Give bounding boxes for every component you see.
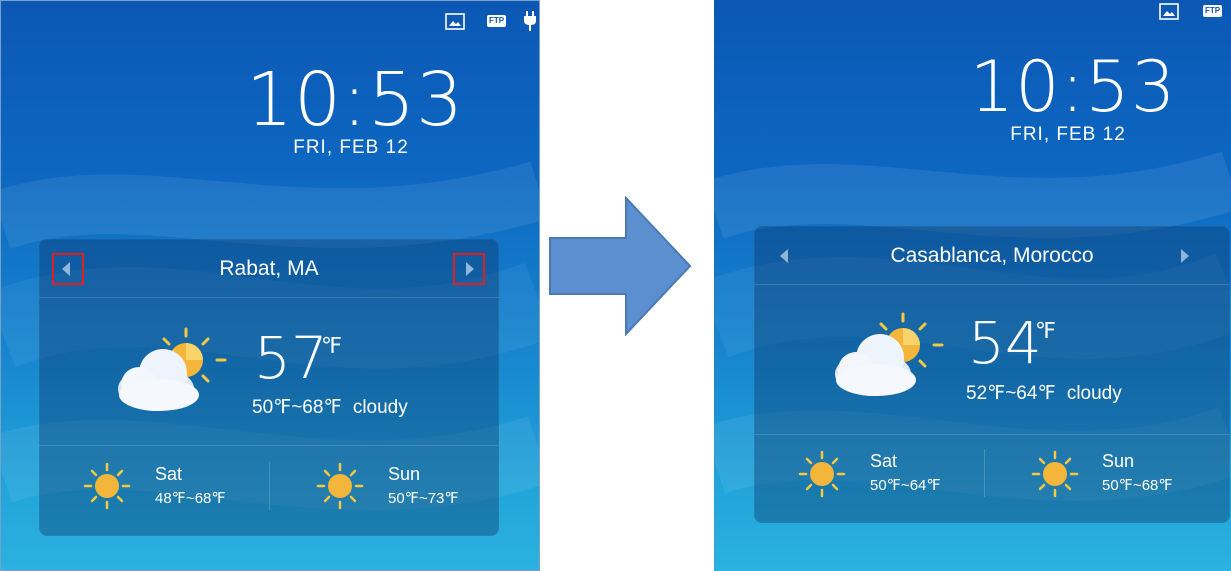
sun-icon: [1031, 450, 1079, 498]
today-range: 52℉~64℉ cloudy: [966, 382, 1122, 405]
transition-arrow-icon: [549, 196, 692, 336]
today-range-value: 50℉~68℉: [252, 397, 342, 418]
plug-icon: [524, 11, 536, 31]
sun-icon: [83, 462, 131, 510]
sun-icon: [316, 462, 364, 510]
image-icon: [1159, 2, 1179, 20]
weather-card-header: Casablanca, Morocco: [754, 226, 1230, 285]
clock-time: 10:53: [245, 57, 465, 143]
forecast-day-1: Sat: [870, 451, 898, 471]
clock-date: FRI, FEB 12: [1010, 124, 1126, 145]
forecast-day-1: Sat: [155, 464, 183, 484]
forecast-divider: [984, 449, 985, 497]
forecast-day-2: Sun: [1102, 451, 1135, 471]
weather-card[interactable]: Rabat, MA 57 ℉ 50℉~68℉ cloudy Sat 48℉~68…: [39, 239, 499, 536]
city-name: Casablanca, Morocco: [890, 244, 1094, 267]
ftp-badge-icon: FTP: [487, 14, 507, 28]
weather-card[interactable]: Casablanca, Morocco 54 ℉ 52℉~64℉ cloudy: [754, 226, 1230, 523]
forecast-divider: [269, 462, 270, 510]
highlight-box-right: [453, 253, 485, 285]
temperature-unit: ℉: [321, 333, 342, 358]
forecast-row: Sat 50℉~64℉ Sun 50℉~68℉: [754, 434, 1230, 523]
right-phone-screen: FTP 10:53 FRI, FEB 12 Casablanca, Morocc…: [714, 0, 1231, 571]
today-range-value: 52℉~64℉: [966, 383, 1056, 404]
sun-icon: [798, 450, 846, 498]
temperature-unit: ℉: [1035, 318, 1056, 343]
weather-card-header: Rabat, MA: [39, 239, 499, 298]
next-city-arrow-icon[interactable]: [1181, 249, 1189, 263]
weather-condition: cloudy: [1066, 383, 1122, 404]
partly-cloudy-icon: [118, 327, 227, 411]
weather-condition: cloudy: [352, 397, 408, 418]
forecast-row: Sat 48℉~68℉ Sun 50℉~73℉: [39, 445, 499, 536]
clock-date: FRI, FEB 12: [293, 137, 409, 158]
ftp-label: FTP: [1203, 5, 1223, 17]
forecast-range-1: 48℉~68℉: [155, 490, 226, 507]
previous-city-arrow-icon[interactable]: [780, 249, 788, 263]
ftp-badge-icon: FTP: [1203, 4, 1223, 18]
ftp-label: FTP: [487, 15, 507, 27]
current-temperature: 57: [254, 324, 328, 392]
forecast-range-1: 50℉~64℉: [870, 477, 941, 494]
partly-cloudy-icon: [835, 312, 944, 396]
forecast-range-2: 50℉~68℉: [1102, 477, 1173, 494]
left-phone-screen: FTP 10:53 FRI, FEB 12 Rabat, MA 57 ℉ 50℉…: [0, 0, 540, 571]
city-name: Rabat, MA: [219, 257, 319, 280]
clock-time: 10:53: [969, 46, 1177, 128]
image-icon: [445, 12, 465, 30]
forecast-day-2: Sun: [388, 464, 421, 484]
forecast-range-2: 50℉~73℉: [388, 490, 459, 507]
current-temperature: 54: [968, 309, 1042, 377]
today-range: 50℉~68℉ cloudy: [252, 396, 408, 419]
highlight-box-left: [52, 253, 84, 285]
